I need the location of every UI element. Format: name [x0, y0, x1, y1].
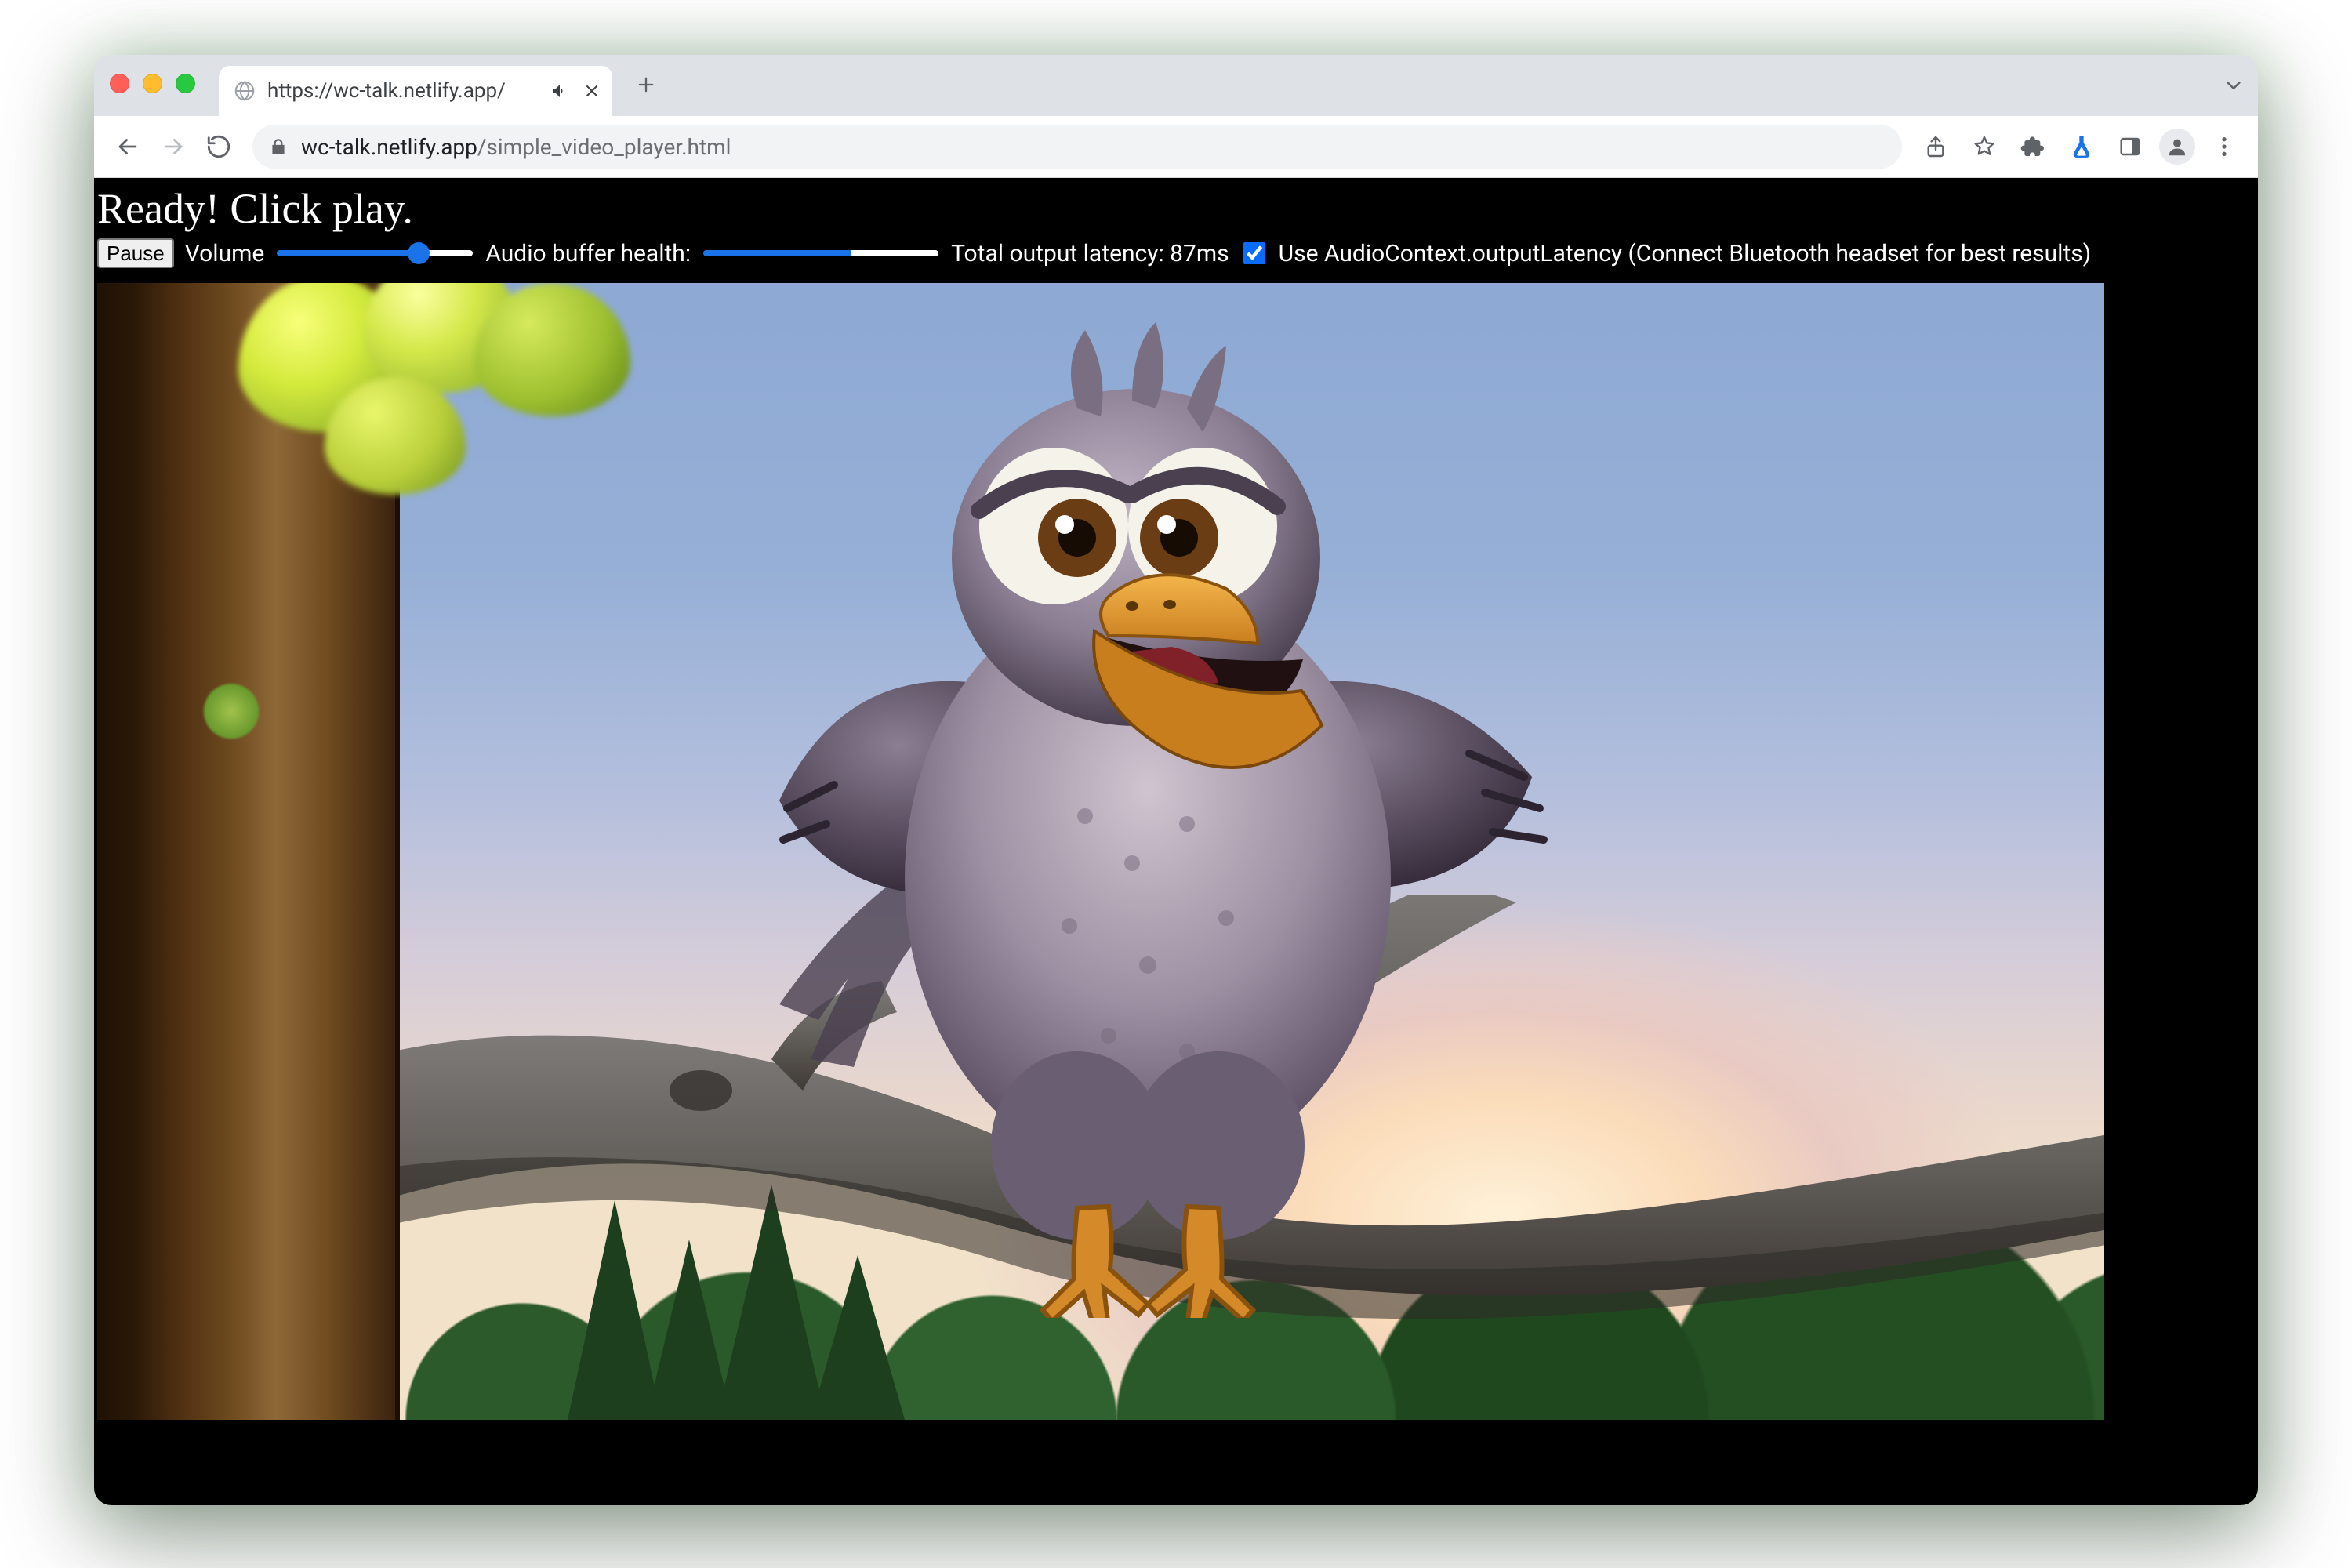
latency-value: 87ms	[1170, 240, 1229, 267]
window-minimize-button[interactable]	[143, 74, 162, 93]
tab-strip: https://wc-talk.netlify.app/	[94, 55, 2258, 116]
globe-icon	[233, 79, 256, 103]
use-output-latency-label: Use AudioContext.outputLatency (Connect …	[1279, 240, 2092, 267]
toolbar: wc-talk.netlify.app/simple_video_player.…	[94, 116, 2258, 178]
tab-overflow-button[interactable]	[2222, 55, 2245, 116]
page-body: Ready! Click play. Pause Volume Audio bu…	[94, 178, 2258, 1505]
tab-title: https://wc-talk.netlify.app/	[267, 79, 539, 103]
forward-button[interactable]	[154, 127, 193, 166]
volume-slider[interactable]	[277, 250, 473, 256]
pause-button[interactable]: Pause	[97, 238, 174, 268]
volume-label: Volume	[185, 240, 265, 267]
url-text: wc-talk.netlify.app/simple_video_player.…	[301, 134, 731, 160]
latency-text: Total output latency: 87ms	[951, 240, 1229, 267]
url-host: wc-talk.netlify.app	[301, 134, 477, 160]
extensions-button[interactable]	[2013, 127, 2053, 166]
window-traffic-lights	[110, 74, 195, 93]
video-frame-foliage	[238, 283, 646, 503]
new-tab-button[interactable]	[625, 64, 667, 106]
address-bar[interactable]: wc-talk.netlify.app/simple_video_player.…	[252, 125, 1902, 169]
page-status-heading: Ready! Click play.	[97, 184, 2258, 233]
browser-window: https://wc-talk.netlify.app/	[94, 55, 2258, 1505]
bookmark-star-icon[interactable]	[1965, 127, 2004, 166]
side-panel-button[interactable]	[2111, 127, 2150, 166]
lock-icon	[268, 136, 289, 157]
share-button[interactable]	[1916, 127, 1955, 166]
window-zoom-button[interactable]	[176, 74, 195, 93]
tab-audio-icon[interactable]	[550, 82, 568, 100]
video-player[interactable]	[97, 283, 2104, 1420]
window-close-button[interactable]	[110, 74, 129, 93]
labs-flask-icon[interactable]	[2062, 127, 2101, 166]
active-tab[interactable]: https://wc-talk.netlify.app/	[219, 66, 612, 116]
profile-avatar[interactable]	[2159, 129, 2195, 165]
buffer-health-meter	[703, 250, 938, 256]
video-frame-branch	[332, 895, 2104, 1420]
player-controls: Pause Volume Audio buffer health: Total …	[94, 236, 2258, 270]
url-path: /simple_video_player.html	[477, 134, 731, 160]
tab-close-icon[interactable]	[583, 82, 601, 100]
reload-button[interactable]	[199, 127, 238, 166]
latency-label-prefix: Total output latency:	[951, 240, 1170, 267]
back-button[interactable]	[108, 127, 147, 166]
kebab-menu-icon[interactable]	[2205, 127, 2244, 166]
buffer-health-label: Audio buffer health:	[485, 240, 691, 267]
use-output-latency-checkbox[interactable]	[1243, 242, 1265, 264]
